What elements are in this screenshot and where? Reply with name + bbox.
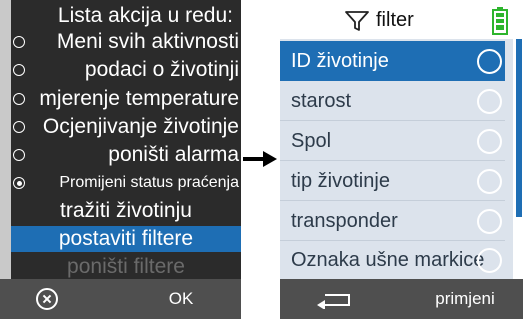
filter-option-transponder[interactable]: transponder [280, 201, 505, 241]
radio-icon [13, 64, 25, 76]
action-list-screen: Lista akcija u redu: Meni svih aktivnost… [0, 0, 241, 319]
filter-option-sex[interactable]: Spol [280, 121, 505, 161]
radio-icon [477, 169, 502, 194]
menu-item-all-activities[interactable]: Meni svih aktivnosti [11, 29, 241, 55]
filter-option-age[interactable]: starost [280, 81, 505, 121]
filter-screen: filter ID životinje starost Spol tip živ… [280, 0, 523, 319]
menu-item-search-animal[interactable]: tražiti životinju [11, 198, 241, 224]
radio-selected-icon [13, 177, 25, 189]
menu-item-change-tracking-status[interactable]: Promijeni status praćenja [11, 170, 241, 196]
radio-icon [477, 49, 502, 74]
transition-arrow-icon [243, 151, 277, 167]
radio-icon [13, 36, 25, 48]
radio-icon [477, 248, 502, 273]
cancel-circle-icon[interactable] [36, 288, 58, 310]
right-bottom-bar: primjeni [280, 279, 523, 319]
radio-icon [13, 121, 25, 133]
filter-title: filter [376, 9, 414, 31]
scrollbar[interactable] [513, 39, 523, 279]
radio-icon [13, 149, 25, 161]
menu-item-animal-data[interactable]: podaci o životinji [11, 57, 241, 83]
left-edge-strip [0, 0, 11, 319]
radio-icon [477, 209, 502, 234]
ok-button[interactable]: OK [158, 279, 204, 319]
filter-option-animal-type[interactable]: tip životinje [280, 161, 505, 201]
back-arrow-icon[interactable] [315, 289, 355, 309]
apply-button[interactable]: primjeni [420, 279, 510, 319]
radio-icon [477, 89, 502, 114]
filter-option-animal-id[interactable]: ID životinje [280, 41, 505, 81]
menu-item-temperature-measurement[interactable]: mjerenje temperature [11, 86, 241, 112]
radio-icon [13, 93, 25, 105]
funnel-icon [345, 11, 369, 31]
radio-icon [477, 129, 502, 154]
filter-header: filter [280, 0, 523, 38]
menu-item-set-filters[interactable]: postaviti filtere [11, 226, 241, 252]
left-bottom-bar: OK [0, 279, 241, 319]
action-list-title: Lista akcija u redu: [57, 4, 233, 27]
scrollbar-thumb[interactable] [516, 39, 522, 217]
menu-item-animal-scoring[interactable]: Ocjenjivanje životinje [11, 114, 241, 140]
battery-icon [492, 7, 508, 35]
filter-option-ear-tag[interactable]: Oznaka ušne markice [280, 240, 505, 279]
menu-item-cancel-alarm[interactable]: poništi alarma [11, 142, 241, 168]
menu-item-reset-filters[interactable]: poništi filtere [11, 254, 241, 280]
filter-list[interactable]: ID životinje starost Spol tip životinje … [280, 39, 513, 279]
